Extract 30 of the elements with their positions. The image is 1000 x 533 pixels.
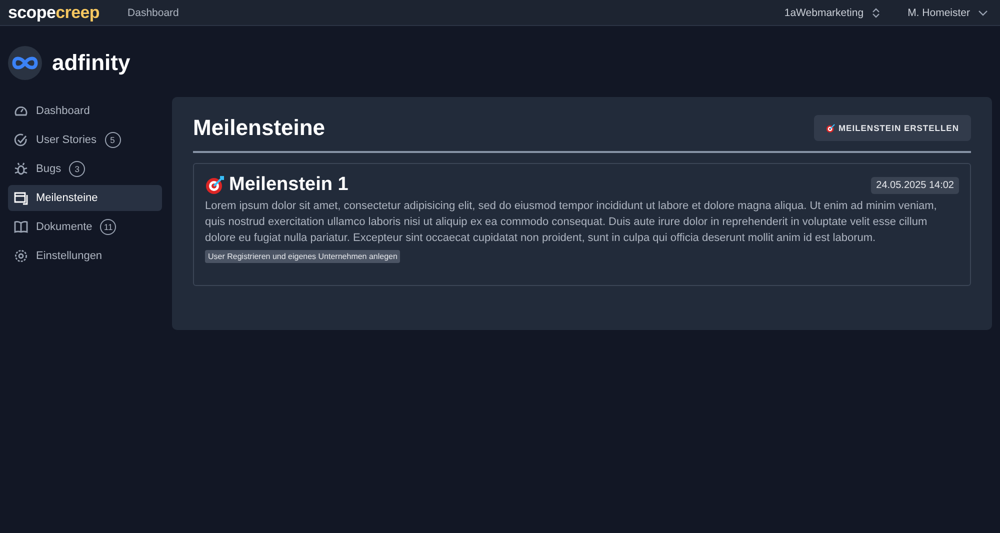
sidebar-item[interactable]: User Stories 5 (8, 127, 162, 153)
nav-link[interactable]: Dashboard (128, 6, 179, 18)
gear-icon (14, 249, 28, 263)
sidebar-item[interactable]: Bugs 3 (8, 156, 162, 182)
app-name: adfinity (52, 50, 130, 76)
sidebar-item[interactable]: Einstellungen (8, 243, 162, 269)
count-badge: 11 (100, 219, 116, 235)
create-milestone-button[interactable]: MEILENSTEIN ERSTELLEN (814, 115, 971, 141)
sidebar-item[interactable]: Dokumente 11 (8, 214, 162, 240)
bug-icon (14, 162, 28, 176)
story-tag[interactable]: User Registrieren und eigenes Unternehmen anlegen (205, 250, 400, 263)
count-badge: 5 (104, 132, 121, 148)
user-menu[interactable]: M. Homeister (908, 6, 988, 18)
gauge-icon (14, 104, 28, 118)
target-icon (205, 175, 225, 195)
count-badge: 3 (69, 161, 86, 177)
date-badge: 24.05.2025 14:02 (871, 176, 959, 194)
target-icon (826, 124, 836, 132)
milestone-title: Meilenstein 1 (229, 174, 350, 196)
window-icon (14, 191, 28, 205)
book-icon (14, 220, 28, 234)
sidebar-item[interactable]: Dashboard (8, 98, 162, 124)
infinity-logo-icon (8, 46, 42, 80)
milestone-description: Lorem ipsum dolor sit amet, consectetur adipisicing elit, sed do eiusmod tempor incididunt ut labore et dolore magna aliqua. Ut enim ad minim veniam, quis nostrud exercitation ullamco laboris nisi ut aliquip ex ea commodo consequat. Duis aute irure dolor in reprehenderit in voluptate velit esse cillum dolore eu fugiat nulla pariatur. Excepteur sint occaecat cupidatat non proident, sunt in culpa qui officia deserunt mollit anim id est laborum. (205, 199, 938, 246)
chevron-down-icon (978, 10, 988, 16)
sidebar-item[interactable]: Meilensteine (8, 185, 162, 211)
page-title: Meilensteine (193, 115, 326, 141)
brand-logo[interactable]: scopecreep (8, 2, 100, 22)
updown-chevron-icon (872, 8, 880, 18)
workspace-select[interactable]: 1aWebmarketing (784, 6, 880, 18)
